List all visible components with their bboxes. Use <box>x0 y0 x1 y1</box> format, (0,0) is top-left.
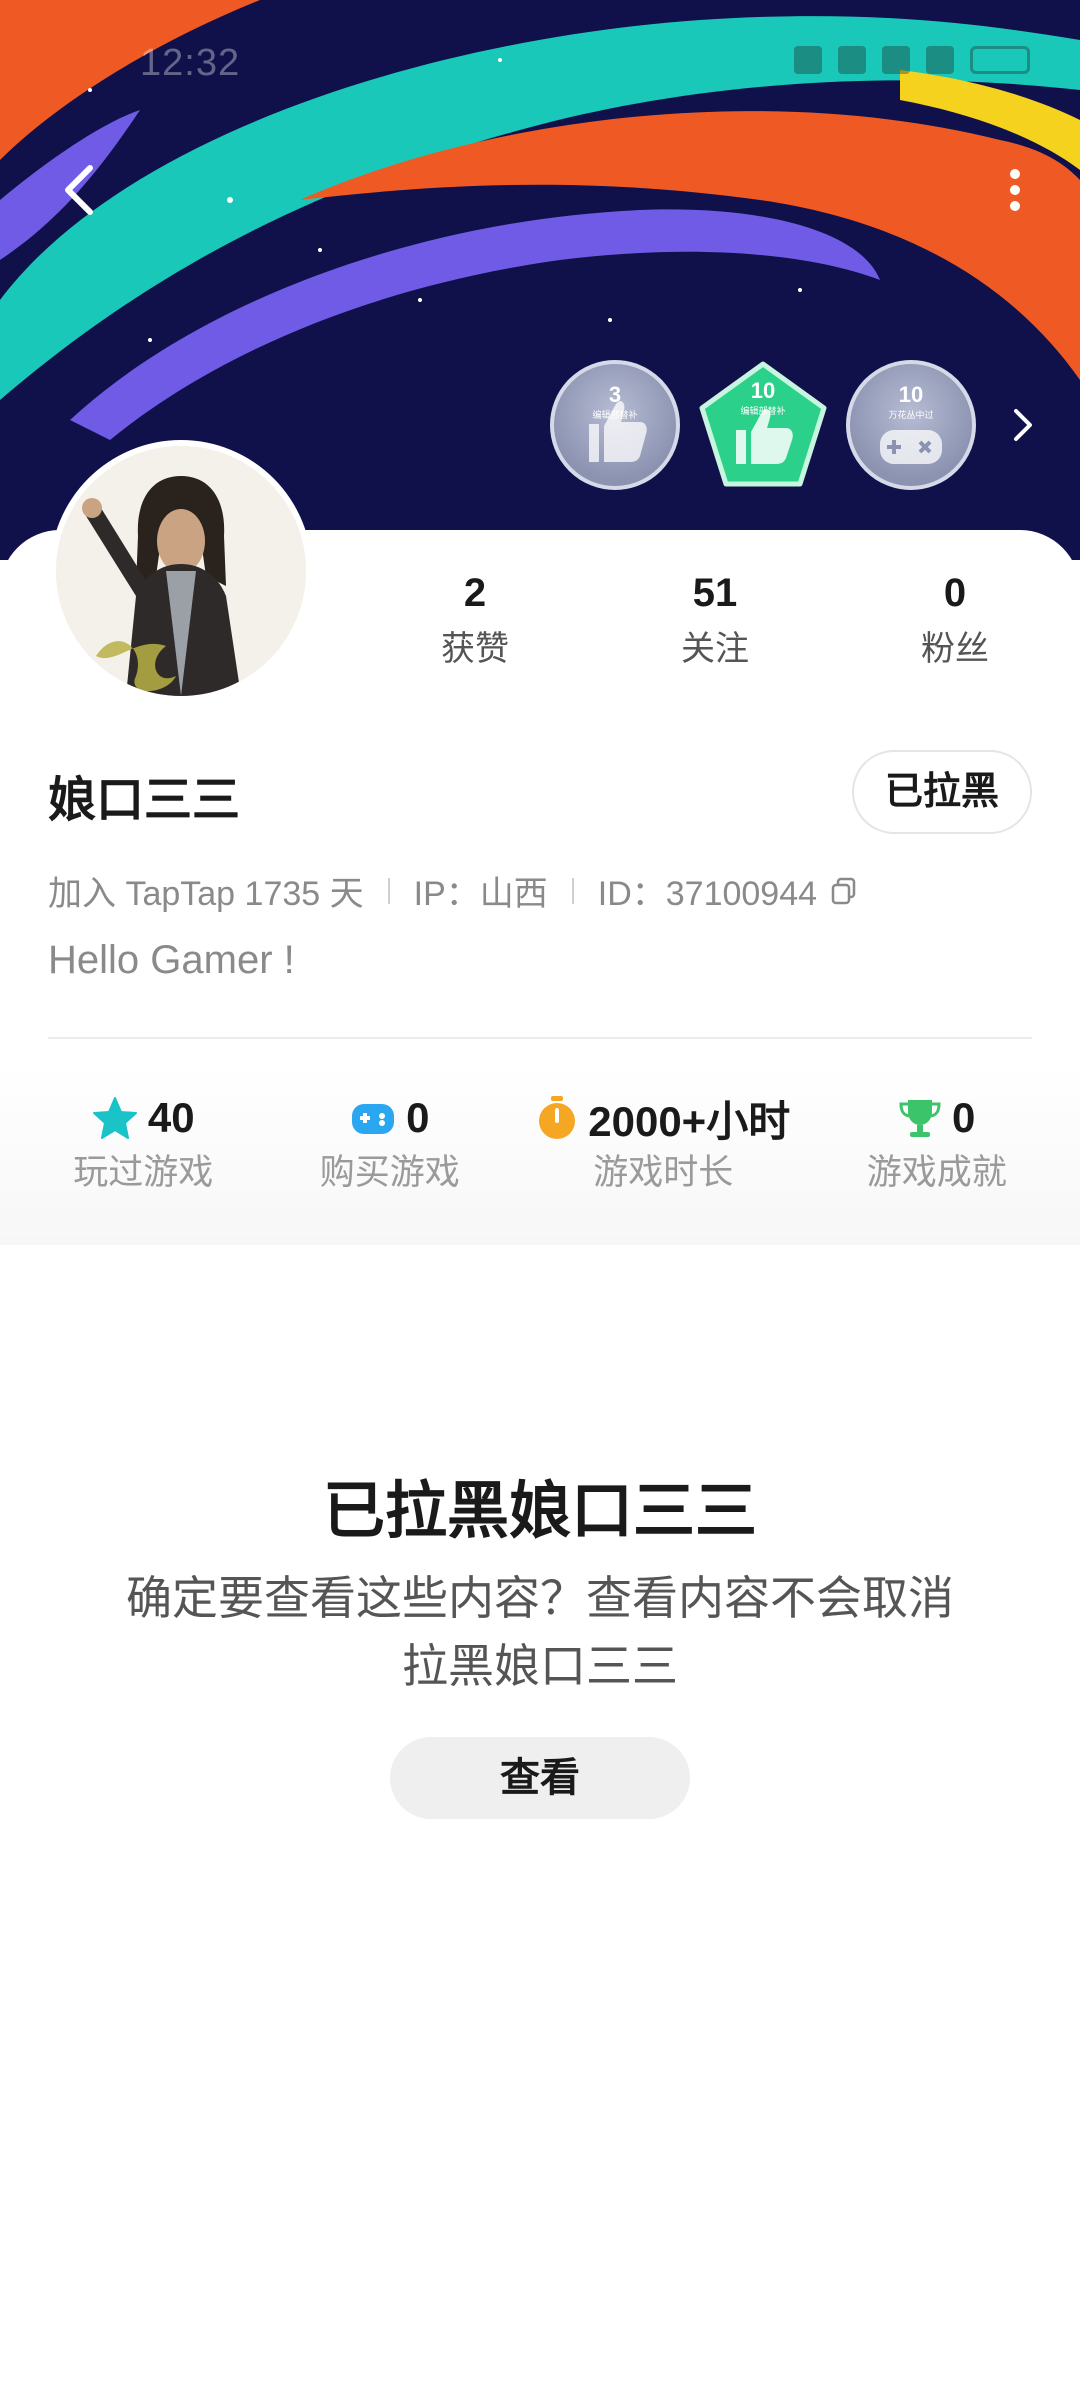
stat-value: 51 <box>692 571 738 615</box>
blocked-title: 已拉黑娘口三三 <box>322 1477 757 1546</box>
game-stat-value: 0 <box>406 1094 430 1141</box>
back-button[interactable] <box>50 160 110 220</box>
ip-location: IP：山西 <box>413 875 548 913</box>
stat-label: 获赞 <box>441 630 509 668</box>
section-divider <box>48 1037 1032 1039</box>
game-stat-label: 游戏时长 <box>593 1153 734 1192</box>
stopwatch-icon <box>539 1096 576 1139</box>
stat-following[interactable]: 51 关注 <box>630 565 800 677</box>
signal-icon <box>926 46 954 74</box>
blocked-button[interactable]: 已拉黑 <box>852 750 1032 834</box>
stat-followers[interactable]: 0 粉丝 <box>870 565 1040 677</box>
view-content-button[interactable]: 查看 <box>390 1737 690 1819</box>
join-days: 加入 TapTap 1735 天 <box>48 875 364 913</box>
user-id: ID：37100944 <box>597 875 818 913</box>
game-stat-played[interactable]: 40 玩过游戏 <box>43 1088 243 1245</box>
more-options-button[interactable] <box>1000 160 1030 220</box>
game-stat-value: 40 <box>147 1094 195 1141</box>
badge-number: 3 <box>608 382 622 407</box>
badge-number: 10 <box>898 382 924 407</box>
status-icons <box>794 46 1030 74</box>
nfc-icon <box>794 46 822 74</box>
copy-icon[interactable] <box>829 876 859 906</box>
status-time: 12:32 <box>140 42 241 84</box>
mute-icon <box>838 46 866 74</box>
game-stat-label: 购买游戏 <box>319 1153 460 1192</box>
badge-thumbs-up[interactable]: 3 编辑部替补 <box>550 360 680 490</box>
game-stats: 40 玩过游戏 0 购买游戏 2000+小时 游戏时长 0 游戏成就 <box>0 1060 1080 1245</box>
chevron-left-icon <box>65 165 93 215</box>
divider <box>387 877 390 904</box>
battery-icon <box>970 46 1030 74</box>
badge-gamepad[interactable]: 10 万花丛中过 <box>846 360 976 490</box>
avatar[interactable] <box>50 440 312 702</box>
profile-stats: 2 获赞 51 关注 0 粉丝 <box>390 565 1040 677</box>
avatar-character-icon <box>56 446 306 696</box>
game-stat-playtime[interactable]: 2000+小时 游戏时长 <box>536 1088 790 1245</box>
stat-value: 2 <box>463 571 487 615</box>
username: 娘口三三 <box>48 774 241 827</box>
game-stat-purchased[interactable]: 0 购买游戏 <box>290 1088 490 1245</box>
stat-label: 粉丝 <box>921 630 989 668</box>
game-stat-value: 0 <box>952 1094 976 1141</box>
profile-meta: 加入 TapTap 1735 天 IP：山西 ID：37100944 <box>48 866 859 915</box>
avatar-image <box>56 446 306 696</box>
badge-caption: 万花丛中过 <box>888 410 934 420</box>
badge-caption: 编辑部替补 <box>740 406 786 416</box>
status-bar: 12:32 <box>0 0 1080 120</box>
trophy-icon <box>899 1100 941 1137</box>
game-stat-value: 2000+小时 <box>588 1097 791 1145</box>
game-stat-label: 玩过游戏 <box>73 1153 214 1192</box>
badge-number: 10 <box>750 378 776 403</box>
stat-label: 关注 <box>681 630 749 668</box>
more-vertical-icon <box>1010 169 1020 211</box>
badge-caption: 编辑部替补 <box>592 410 638 420</box>
divider <box>571 877 574 904</box>
badge-thumbs-up-green[interactable]: 10 编辑部替补 <box>698 360 828 490</box>
chevron-right-icon[interactable] <box>1004 395 1044 455</box>
stat-likes[interactable]: 2 获赞 <box>390 565 560 677</box>
game-stat-achievements[interactable]: 0 游戏成就 <box>837 1088 1037 1245</box>
gamepad-icon <box>352 1104 395 1134</box>
blocked-description: 确定要查看这些内容？查看内容不会取消拉黑娘口三三 <box>126 1572 954 1692</box>
wifi-icon <box>882 46 910 74</box>
star-icon <box>92 1097 137 1139</box>
bio: Hello Gamer ! <box>48 938 295 982</box>
badge-list[interactable]: 3 编辑部替补 10 编辑部替补 10 万花丛中过 <box>550 360 1044 490</box>
game-stat-label: 游戏成就 <box>866 1153 1007 1192</box>
stat-value: 0 <box>943 571 967 615</box>
